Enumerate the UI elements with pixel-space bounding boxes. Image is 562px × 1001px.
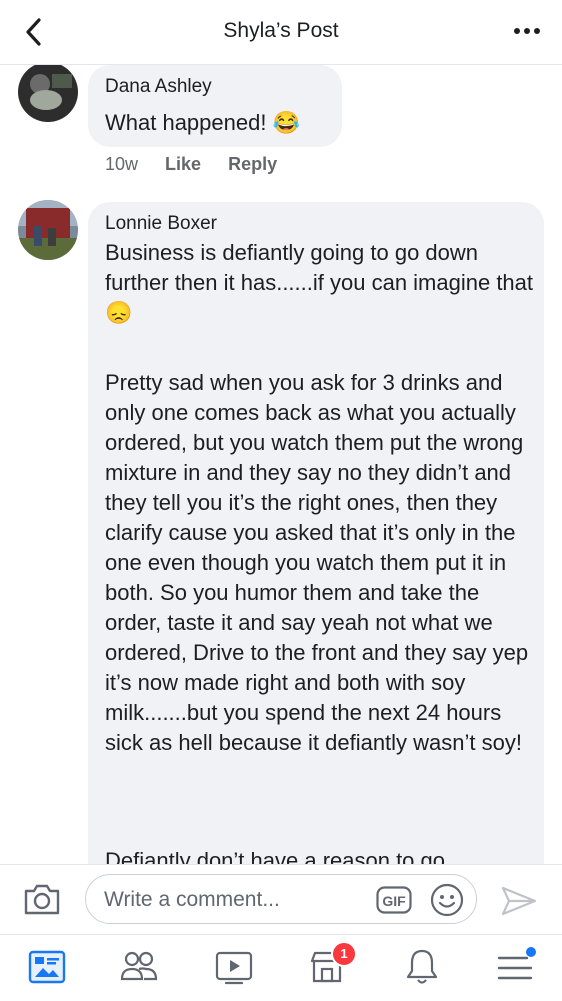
comment-composer: GIF [0, 864, 562, 935]
friends-icon [120, 951, 158, 981]
smiley-icon [430, 883, 464, 917]
comment-actions: 10w Like Reply [105, 154, 299, 175]
page-title: Shyla’s Post [223, 19, 339, 42]
tab-watch[interactable] [212, 945, 256, 989]
emoji-button[interactable] [430, 883, 464, 917]
comment-author[interactable]: Dana Ashley [105, 76, 212, 98]
gif-button[interactable]: GIF [376, 886, 412, 914]
comment-author[interactable]: Lonnie Boxer [105, 213, 217, 235]
comment-paragraph: Defiantly don’t have a reason to go [105, 848, 446, 865]
tab-news-feed[interactable] [25, 945, 69, 989]
notifications-icon [406, 949, 438, 984]
avatar[interactable] [18, 200, 78, 260]
send-icon [501, 886, 537, 916]
comment-bubble: Dana Ashley What happened! 😂 [88, 65, 342, 147]
badge-count: 1 [340, 946, 348, 961]
watch-icon [215, 951, 253, 985]
comments-list: Dana Ashley What happened! 😂 10w Like Re… [0, 65, 562, 865]
comment-timestamp: 10w [105, 154, 139, 174]
comment-input[interactable] [102, 885, 366, 915]
comment-paragraph: Pretty sad when you ask for 3 drinks and… [105, 370, 535, 755]
send-button[interactable] [500, 885, 538, 917]
comment-bubble: Lonnie Boxer Business is defiantly going… [88, 202, 544, 865]
comment-paragraph: Business is defiantly going to go down f… [105, 240, 540, 325]
top-bar: Shyla’s Post [0, 0, 562, 65]
more-horizontal-icon [514, 28, 540, 34]
more-options-button[interactable] [512, 21, 542, 41]
tab-friends[interactable] [117, 945, 161, 989]
camera-icon [24, 884, 60, 915]
comment-input-box[interactable]: GIF [85, 874, 477, 924]
menu-icon [497, 947, 536, 980]
bottom-tab-bar: 1 [0, 934, 562, 1001]
tab-notifications[interactable] [400, 945, 444, 989]
news-feed-icon [28, 950, 66, 984]
tab-marketplace[interactable]: 1 [305, 941, 357, 989]
camera-button[interactable] [22, 881, 62, 917]
like-button[interactable]: Like [165, 154, 201, 174]
tab-menu[interactable] [493, 945, 537, 989]
comment-text: What happened! 😂 [105, 110, 300, 135]
notification-badge: 1 [331, 941, 357, 967]
reply-button[interactable]: Reply [228, 154, 277, 174]
avatar[interactable] [18, 65, 78, 122]
gif-label: GIF [382, 893, 406, 909]
